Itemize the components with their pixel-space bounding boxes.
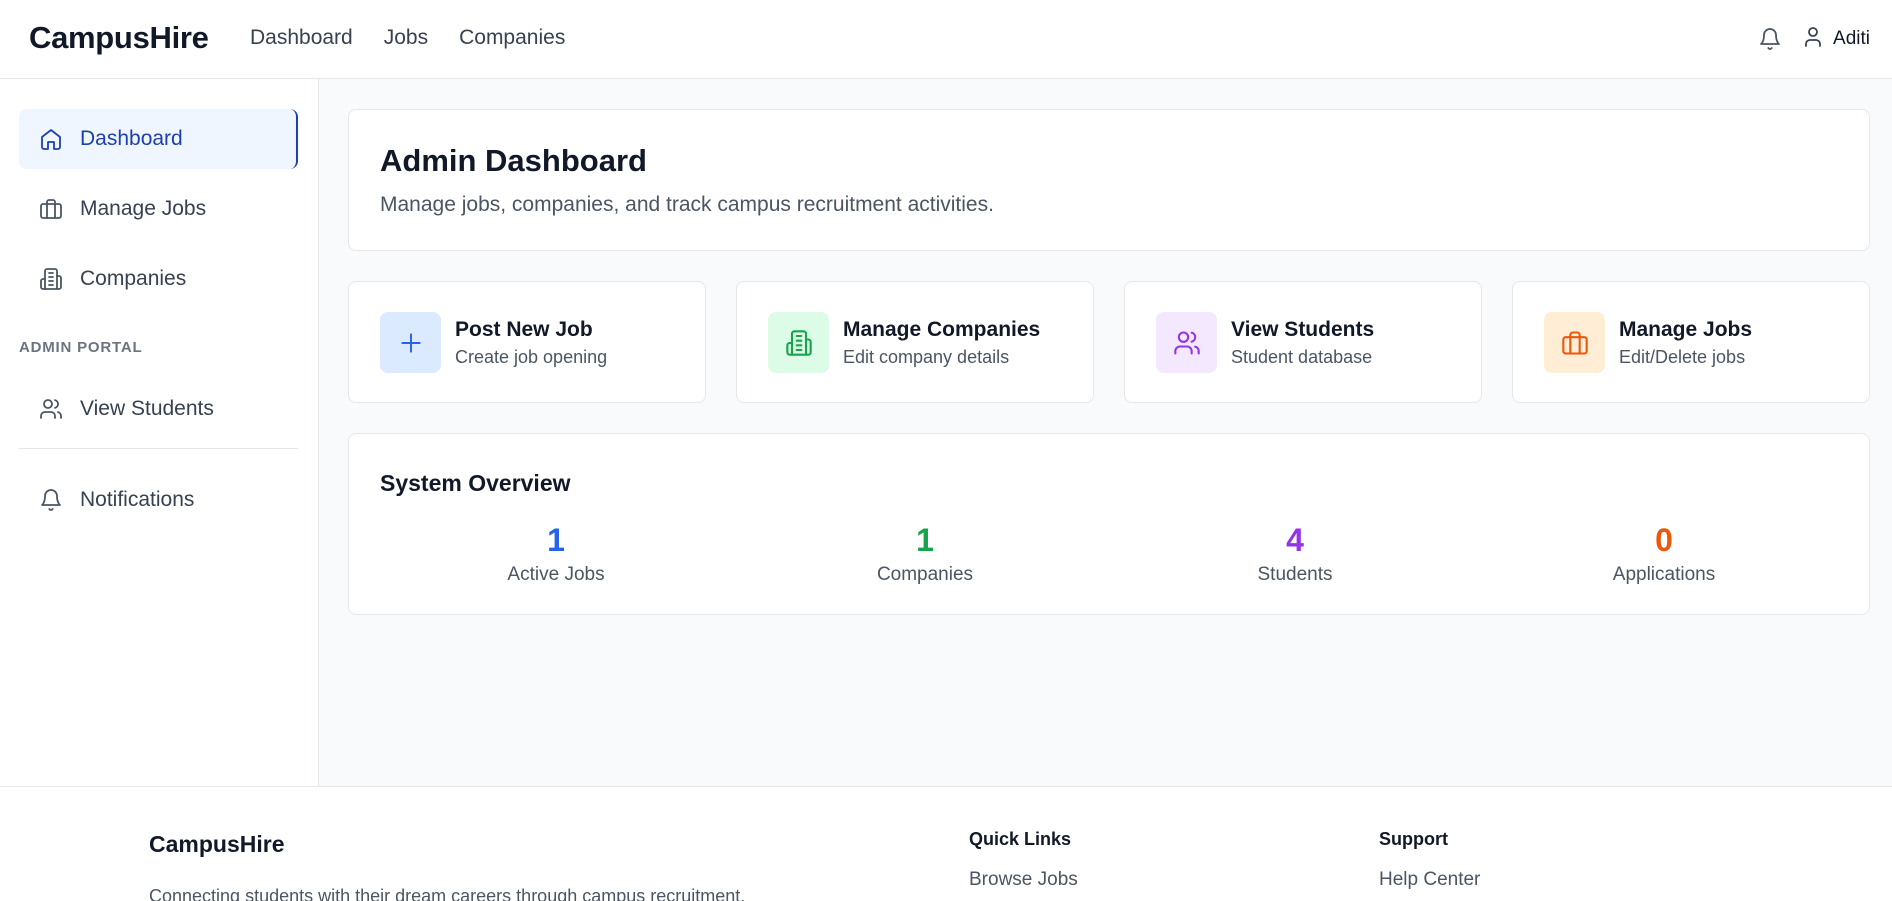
footer-link-help-center[interactable]: Help Center [1379, 869, 1480, 891]
briefcase-icon [38, 196, 64, 222]
footer-brand: CampusHire [149, 831, 285, 857]
stat-applications: 0 Applications [1514, 522, 1814, 586]
sidebar-item-view-students[interactable]: View Students [19, 379, 298, 439]
stat-value: 1 [916, 522, 934, 558]
building-icon [768, 312, 829, 373]
sidebar-item-label: Manage Jobs [80, 197, 207, 220]
stat-label: Students [1257, 564, 1333, 585]
quick-action-subtitle: Student database [1231, 347, 1373, 367]
sidebar-section-admin-portal: ADMIN PORTAL [19, 339, 143, 356]
building-icon [38, 266, 64, 292]
sidebar: Dashboard Manage Jobs Companies ADMIN PO… [0, 79, 319, 786]
sidebar-item-companies[interactable]: Companies [19, 249, 298, 309]
stat-students: 4 Students [1145, 522, 1445, 586]
quick-action-manage-companies[interactable]: Manage Companies Edit company details [736, 281, 1094, 403]
briefcase-icon [1544, 312, 1605, 373]
users-icon [1156, 312, 1217, 373]
page-title: Admin Dashboard [380, 143, 647, 178]
sidebar-item-label: Notifications [80, 488, 195, 511]
quick-action-subtitle: Edit company details [843, 347, 1010, 367]
stat-label: Active Jobs [507, 564, 605, 585]
system-overview-card: System Overview 1 Active Jobs 1 Companie… [348, 433, 1870, 615]
quick-action-title: Manage Jobs [1619, 318, 1753, 341]
user-menu[interactable]: Aditi [1801, 25, 1870, 54]
stat-label: Companies [876, 564, 974, 585]
top-right-actions: Aditi [1755, 24, 1870, 54]
app-logo[interactable]: CampusHire [29, 20, 209, 56]
quick-action-title: Post New Job [455, 318, 593, 341]
footer-link-browse-jobs[interactable]: Browse Jobs [969, 869, 1078, 891]
quick-action-title: View Students [1231, 318, 1375, 341]
user-name: Aditi [1833, 28, 1870, 49]
stat-active-jobs: 1 Active Jobs [406, 522, 706, 586]
quick-action-post-new-job[interactable]: Post New Job Create job opening [348, 281, 706, 403]
quick-action-subtitle: Edit/Delete jobs [1619, 347, 1746, 367]
footer-tagline: Connecting students with their dream car… [149, 886, 746, 901]
stat-companies: 1 Companies [775, 522, 1075, 586]
bell-icon [38, 487, 64, 513]
top-navbar: CampusHire Dashboard Jobs Companies Adit… [0, 0, 1892, 79]
topnav-jobs-link[interactable]: Jobs [384, 26, 428, 50]
footer: CampusHire Connecting students with thei… [0, 786, 1892, 901]
topnav-companies-link[interactable]: Companies [459, 26, 565, 50]
quick-action-subtitle: Create job opening [455, 347, 608, 367]
users-icon [38, 396, 64, 422]
topnav-dashboard-link[interactable]: Dashboard [250, 26, 353, 50]
quick-action-view-students[interactable]: View Students Student database [1124, 281, 1482, 403]
system-overview-title: System Overview [380, 470, 571, 496]
dashboard-header-card: Admin Dashboard Manage jobs, companies, … [348, 109, 1870, 251]
sidebar-item-dashboard[interactable]: Dashboard [19, 109, 298, 169]
notifications-bell-icon[interactable] [1755, 24, 1785, 54]
plus-icon [380, 312, 441, 373]
sidebar-item-label: View Students [80, 397, 214, 420]
sidebar-item-label: Companies [80, 267, 187, 290]
page-subtitle: Manage jobs, companies, and track campus… [380, 193, 994, 216]
sidebar-divider [19, 448, 298, 449]
top-nav: Dashboard Jobs Companies [250, 26, 565, 50]
stat-value: 4 [1286, 522, 1304, 558]
home-icon [38, 126, 64, 152]
quick-action-title: Manage Companies [843, 318, 1041, 341]
stat-label: Applications [1612, 564, 1716, 585]
stat-value: 1 [547, 522, 565, 558]
user-icon [1801, 25, 1825, 54]
stat-value: 0 [1655, 522, 1673, 558]
quick-action-manage-jobs[interactable]: Manage Jobs Edit/Delete jobs [1512, 281, 1870, 403]
sidebar-item-notifications[interactable]: Notifications [19, 470, 298, 530]
footer-quick-links-heading: Quick Links [969, 829, 1072, 849]
sidebar-item-manage-jobs[interactable]: Manage Jobs [19, 179, 298, 239]
sidebar-item-label: Dashboard [80, 127, 183, 150]
footer-support-heading: Support [1379, 829, 1448, 849]
